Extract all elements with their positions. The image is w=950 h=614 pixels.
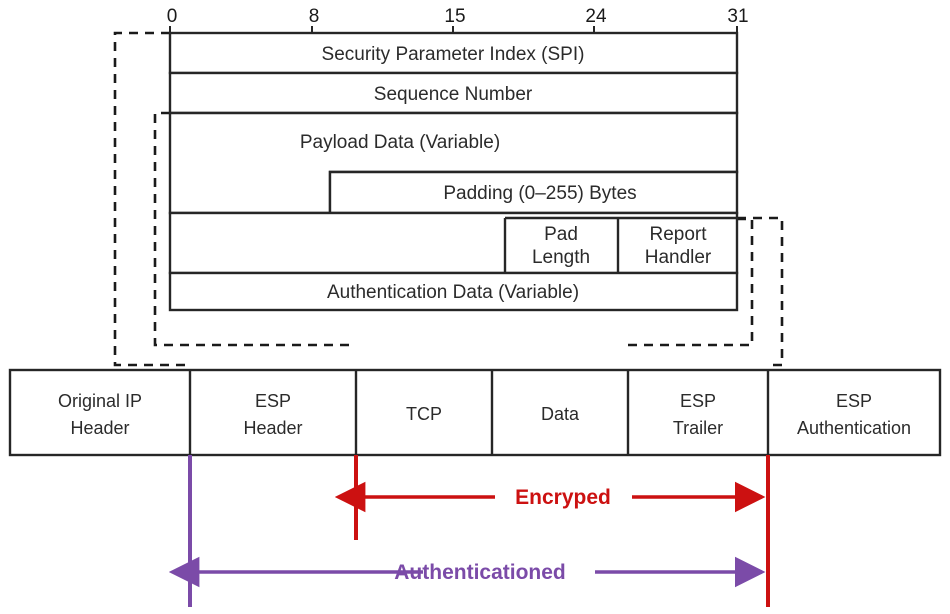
encrypted-arrow-label: Encryped: [515, 486, 611, 509]
authenticated-arrow-label: Authenticationed: [394, 561, 566, 584]
esp-packet-diagram: 0 8 15 24 31 Security Parameter Index (S…: [0, 0, 950, 614]
coverage-arrows-layer: Encryped Authenticationed: [168, 455, 770, 607]
